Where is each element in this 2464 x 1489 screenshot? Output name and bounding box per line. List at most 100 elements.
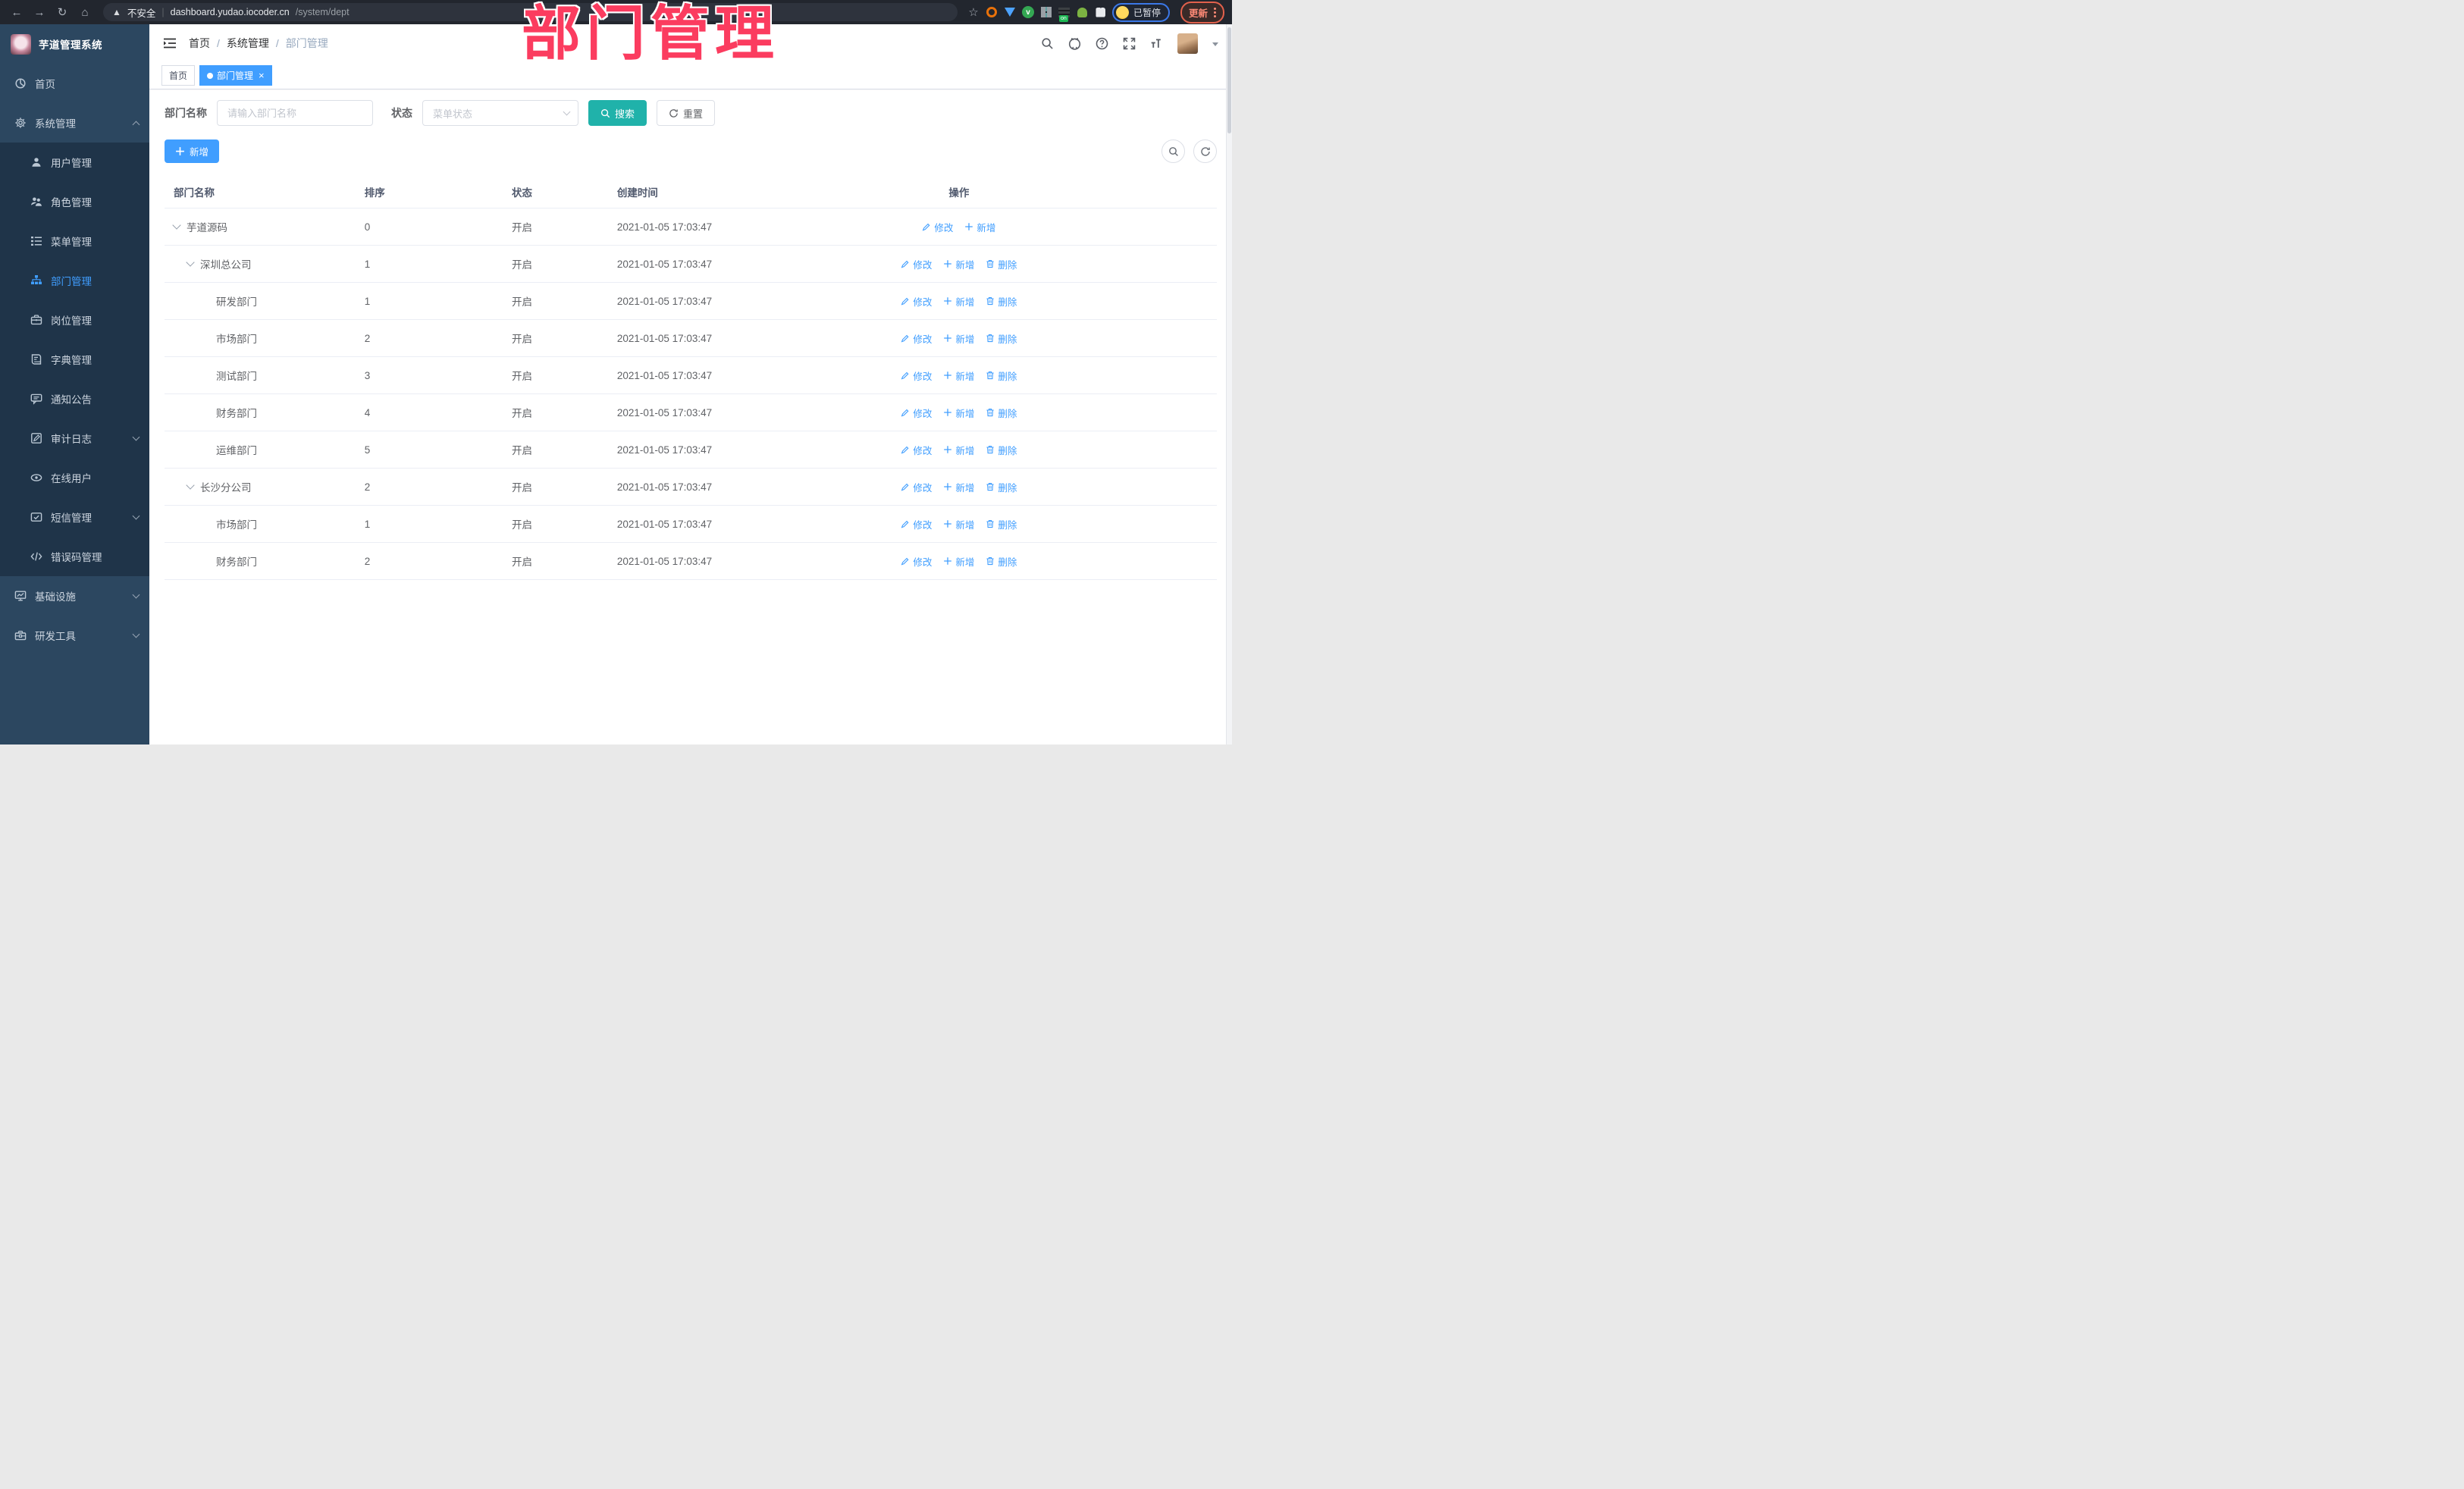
sidebar-item-audit-log[interactable]: 审计日志	[0, 418, 149, 458]
tab-dept-management[interactable]: 部门管理 ×	[199, 65, 272, 86]
add-action-link[interactable]: 新增	[943, 257, 974, 271]
add-action-link[interactable]: 新增	[943, 406, 974, 420]
sidebar-item-sms-management[interactable]: 短信管理	[0, 497, 149, 537]
table-row: 财务部门 4 开启 2021-01-05 17:03:47 修改 新增 删除	[165, 394, 1217, 431]
blue-gem-extension-icon[interactable]	[1003, 5, 1017, 19]
dept-name-cell: 运维部门	[216, 445, 257, 456]
edit-action-link[interactable]: 修改	[922, 220, 953, 234]
reset-button[interactable]: 重置	[657, 100, 716, 126]
dept-name-input[interactable]	[217, 100, 373, 126]
refresh-icon[interactable]	[1193, 139, 1217, 163]
delete-action-link[interactable]: 删除	[986, 406, 1017, 420]
add-action-link[interactable]: 新增	[943, 554, 974, 569]
add-action-link[interactable]: 新增	[943, 480, 974, 494]
green-person-extension-icon[interactable]	[1076, 5, 1089, 19]
add-action-link[interactable]: 新增	[943, 294, 974, 309]
orange-ring-extension-icon[interactable]	[985, 5, 998, 19]
tab-close-icon[interactable]: ×	[259, 71, 265, 80]
toggle-search-icon[interactable]	[1161, 139, 1185, 163]
sidebar-item-dept-management[interactable]: 部门管理	[0, 261, 149, 300]
bookmark-star-icon[interactable]: ☆	[967, 5, 980, 19]
user-avatar[interactable]	[1177, 33, 1198, 54]
add-action-link[interactable]: 新增	[943, 331, 974, 346]
add-action-link[interactable]: 新增	[964, 220, 995, 234]
sidebar-item-label: 在线用户	[51, 473, 92, 484]
breadcrumb-home[interactable]: 首页	[189, 36, 210, 51]
delete-action-link[interactable]: 删除	[986, 554, 1017, 569]
edit-action-link[interactable]: 修改	[901, 480, 932, 494]
edit-action-link[interactable]: 修改	[901, 443, 932, 457]
puzzle-extension-icon[interactable]	[1094, 5, 1108, 19]
sidebar-item-role-management[interactable]: 角色管理	[0, 182, 149, 221]
add-action-link[interactable]: 新增	[943, 517, 974, 531]
sidebar-item-system-management[interactable]: 系统管理	[0, 103, 149, 143]
adblock-extension-icon[interactable]: on	[1058, 5, 1071, 22]
browser-menu-icon[interactable]	[1214, 7, 1216, 17]
scrollbar-thumb[interactable]	[1227, 27, 1231, 133]
edit-action-link[interactable]: 修改	[901, 517, 932, 531]
sort-cell: 0	[364, 221, 371, 233]
filter-row: 部门名称 状态 菜单状态 搜索 重置	[165, 100, 1217, 126]
edit-action-link[interactable]: 修改	[901, 294, 932, 309]
expand-arrow-icon[interactable]	[172, 221, 181, 230]
status-select[interactable]: 菜单状态	[422, 100, 578, 126]
breadcrumb-system[interactable]: 系统管理	[227, 36, 269, 51]
address-bar[interactable]: ▲ 不安全 | dashboard.yudao.iocoder.cn/syste…	[103, 3, 958, 21]
add-action-link[interactable]: 新增	[943, 368, 974, 383]
roles-icon	[30, 196, 42, 208]
delete-action-link[interactable]: 删除	[986, 294, 1017, 309]
grid-extension-icon[interactable]	[1039, 5, 1053, 19]
font-size-icon[interactable]	[1150, 37, 1163, 50]
green-check-extension-icon[interactable]: v	[1021, 5, 1035, 19]
sidebar-logo-row[interactable]: 芋道管理系统	[0, 24, 149, 64]
sidebar-item-post-management[interactable]: 岗位管理	[0, 300, 149, 340]
sidebar-item-dict-management[interactable]: 字典管理	[0, 340, 149, 379]
expand-arrow-icon[interactable]	[186, 258, 195, 267]
delete-action-link[interactable]: 删除	[986, 480, 1017, 494]
delete-action-link[interactable]: 删除	[986, 368, 1017, 383]
security-label[interactable]: 不安全	[127, 5, 156, 20]
tab-home[interactable]: 首页	[161, 65, 196, 86]
edit-action-link[interactable]: 修改	[901, 331, 932, 346]
caret-down-icon[interactable]	[1212, 42, 1218, 46]
sidebar-item-label: 基础设施	[35, 591, 76, 603]
search-button[interactable]: 搜索	[588, 100, 647, 126]
browser-profile-badge[interactable]: 已暂停	[1111, 2, 1170, 22]
sidebar-item-label: 字典管理	[51, 355, 92, 366]
sidebar-item-online-user[interactable]: 在线用户	[0, 458, 149, 497]
sidebar-item-user-management[interactable]: 用户管理	[0, 143, 149, 182]
back-arrow-icon[interactable]: ←	[8, 3, 26, 21]
create-time-cell: 2021-01-05 17:03:47	[616, 295, 713, 307]
home-icon[interactable]: ⌂	[76, 3, 94, 21]
fullscreen-icon[interactable]	[1123, 37, 1136, 50]
reload-icon[interactable]: ↻	[53, 3, 71, 21]
sidebar-item-label: 部门管理	[51, 276, 92, 287]
browser-update-button[interactable]: 更新	[1180, 1, 1224, 24]
sidebar-item-dev-tools[interactable]: 研发工具	[0, 616, 149, 655]
create-time-cell: 2021-01-05 17:03:47	[616, 406, 713, 418]
delete-action-link[interactable]: 删除	[986, 257, 1017, 271]
expand-arrow-icon[interactable]	[186, 481, 195, 490]
add-button[interactable]: 新增	[165, 139, 220, 163]
sidebar-item-error-code-management[interactable]: 错误码管理	[0, 537, 149, 576]
page-scrollbar[interactable]	[1226, 24, 1232, 744]
sidebar-item-notice-announcement[interactable]: 通知公告	[0, 379, 149, 418]
sidebar-item-label: 角色管理	[51, 197, 92, 208]
sidebar-item-infrastructure[interactable]: 基础设施	[0, 576, 149, 616]
hamburger-icon[interactable]	[163, 37, 177, 49]
delete-action-link[interactable]: 删除	[986, 517, 1017, 531]
edit-action-link[interactable]: 修改	[901, 257, 932, 271]
add-action-link[interactable]: 新增	[943, 443, 974, 457]
chevron-down-icon	[132, 591, 140, 599]
edit-action-link[interactable]: 修改	[901, 554, 932, 569]
edit-action-link[interactable]: 修改	[901, 368, 932, 383]
help-icon[interactable]	[1096, 37, 1108, 50]
delete-action-link[interactable]: 删除	[986, 331, 1017, 346]
forward-arrow-icon[interactable]: →	[30, 3, 49, 21]
search-icon[interactable]	[1041, 37, 1054, 50]
sidebar-item-menu-management[interactable]: 菜单管理	[0, 221, 149, 261]
sidebar-item-home[interactable]: 首页	[0, 64, 149, 103]
edit-action-link[interactable]: 修改	[901, 406, 932, 420]
github-icon[interactable]	[1068, 37, 1081, 50]
delete-action-link[interactable]: 删除	[986, 443, 1017, 457]
